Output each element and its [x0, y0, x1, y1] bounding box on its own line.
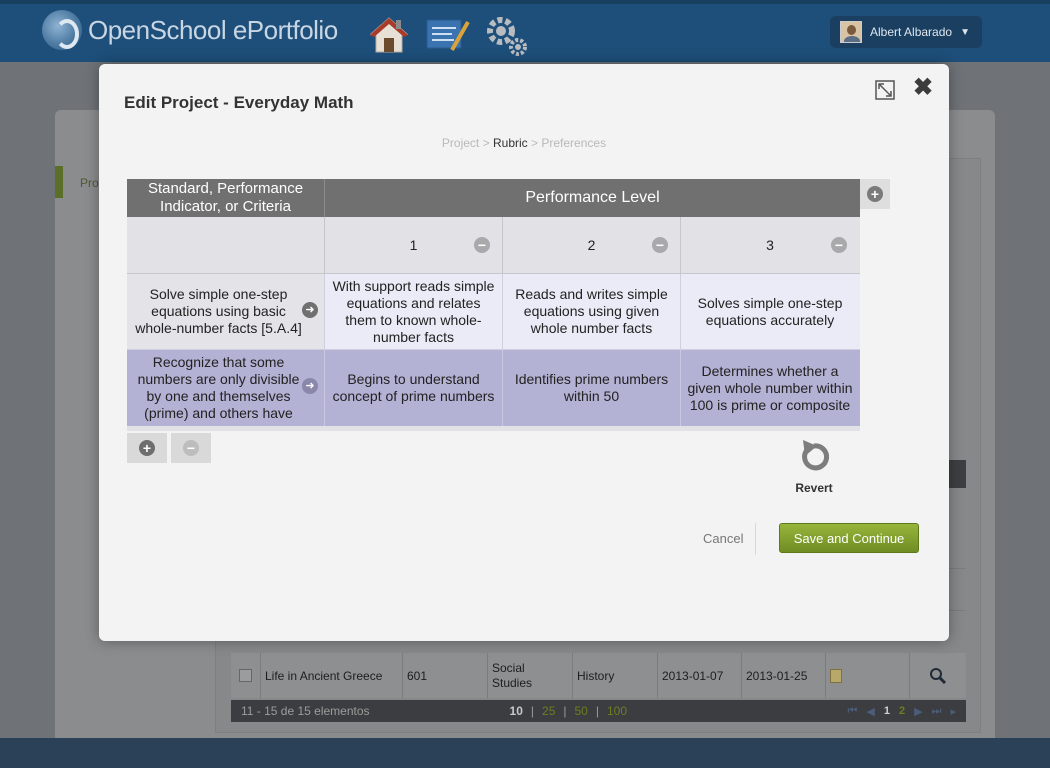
logo-icon — [42, 10, 82, 50]
next-page-icon[interactable]: ▶ — [914, 705, 922, 718]
remove-level-icon[interactable]: − — [831, 237, 847, 253]
rubric-cell[interactable]: Identifies prime numbers within 50 — [503, 350, 681, 426]
dialog-title: Edit Project - Everyday Math — [124, 93, 354, 112]
remove-level-icon[interactable]: − — [652, 237, 668, 253]
row-category: History — [573, 653, 658, 698]
chevron-down-icon: ▼ — [960, 26, 970, 38]
rubric-cell[interactable]: Determines whether a given whole number … — [681, 350, 859, 426]
level-row: 1 − 2 − 3 − — [127, 217, 860, 274]
sidebar-item-label: Pro — [80, 176, 99, 190]
level-label: 2 — [587, 237, 596, 253]
add-level-button[interactable]: + — [860, 179, 890, 209]
level-label: 3 — [766, 237, 774, 253]
notes-icon[interactable] — [826, 653, 910, 698]
prev-page-icon[interactable]: ◀ — [866, 705, 874, 718]
page-number[interactable]: 2 — [899, 705, 905, 718]
page-size-option[interactable]: 50 — [575, 704, 588, 718]
sidebar-active-marker — [55, 166, 63, 198]
level-column-2: 2 − — [503, 217, 681, 273]
page-size-option[interactable]: 25 — [542, 704, 555, 718]
row-number: 601 — [403, 653, 488, 698]
user-name: Albert Albarado — [870, 25, 953, 39]
row-title: Life in Ancient Greece — [261, 653, 403, 698]
expand-icon[interactable] — [875, 80, 895, 100]
rubric-table: Standard, Performance Indicator, or Crit… — [127, 179, 860, 431]
undo-icon — [802, 440, 830, 471]
breadcrumb-project[interactable]: Project — [442, 136, 479, 150]
revert-button[interactable]: Revert — [789, 438, 839, 495]
app-name: OpenSchool ePortfolio — [88, 14, 338, 45]
criteria-cell[interactable]: Recognize that some numbers are only div… — [127, 350, 325, 426]
minus-icon: − — [183, 440, 199, 456]
performance-level-header: Performance Level — [525, 189, 660, 206]
portfolio-icon[interactable] — [424, 14, 472, 56]
page-size-option[interactable]: 100 — [607, 704, 627, 718]
search-icon[interactable] — [910, 653, 966, 698]
pagination-bar: 11 - 15 de 15 elementos 10 | 25 | 50 | 1… — [231, 700, 966, 722]
settings-gear-icon[interactable] — [484, 14, 532, 58]
breadcrumb-preferences[interactable]: Preferences — [541, 136, 606, 150]
home-icon[interactable] — [368, 14, 410, 56]
rubric-header: Standard, Performance Indicator, or Crit… — [127, 179, 860, 217]
revert-label: Revert — [795, 481, 833, 495]
close-icon[interactable]: ✖ — [913, 76, 933, 100]
pager: ⏮ ◀ 1 2 ▶ ⏭ ▸ — [847, 705, 956, 718]
row-end-date: 2013-01-25 — [742, 653, 826, 698]
remove-level-icon[interactable]: − — [474, 237, 490, 253]
edit-project-dialog: Edit Project - Everyday Math ✖ Project >… — [99, 64, 949, 641]
page-size-option[interactable]: 10 — [510, 704, 523, 718]
level-label: 1 — [409, 237, 418, 253]
avatar — [840, 21, 862, 43]
breadcrumb: Project > Rubric > Preferences — [441, 136, 607, 150]
rubric-row[interactable]: Recognize that some numbers are only div… — [127, 350, 860, 426]
row-start-date: 2013-01-07 — [658, 653, 742, 698]
app-logo[interactable]: OpenSchool ePortfolio — [42, 10, 338, 50]
row-subject: Social Studies — [488, 653, 573, 698]
user-menu[interactable]: Albert Albarado ▼ — [830, 16, 982, 48]
rubric-cell[interactable]: Begins to understand concept of prime nu… — [325, 350, 503, 426]
page-size-options: 10 | 25 | 50 | 100 — [509, 704, 628, 718]
page-number[interactable]: 1 — [884, 705, 890, 718]
row-checkbox[interactable] — [231, 653, 261, 698]
add-row-button[interactable]: + — [127, 433, 167, 463]
last-page-icon[interactable]: ⏭ — [932, 705, 942, 718]
top-navigation-bar: OpenSchool ePortfolio Albert Albarado ▼ — [0, 0, 1050, 62]
level-column-1: 1 − — [325, 217, 503, 273]
rubric-cell[interactable]: Reads and writes simple equations using … — [503, 274, 681, 349]
plus-icon: + — [139, 440, 155, 456]
table-row: Life in Ancient Greece 601 Social Studie… — [231, 653, 966, 698]
rubric-row[interactable]: Solve simple one-step equations using ba… — [127, 274, 860, 350]
arrow-right-icon[interactable]: ➜ — [302, 302, 318, 318]
save-and-continue-button[interactable]: Save and Continue — [779, 523, 919, 553]
breadcrumb-rubric: Rubric — [492, 136, 528, 150]
criteria-cell[interactable]: Solve simple one-step equations using ba… — [127, 274, 325, 349]
plus-icon: + — [867, 186, 883, 202]
arrow-right-icon[interactable]: ➜ — [302, 378, 318, 394]
cancel-button[interactable]: Cancel — [703, 531, 743, 546]
level-column-3: 3 − — [681, 217, 859, 273]
remove-row-button[interactable]: − — [171, 433, 211, 463]
pagination-range: 11 - 15 de 15 elementos — [241, 704, 370, 718]
first-page-icon[interactable]: ⏮ — [847, 705, 857, 718]
criteria-header: Standard, Performance Indicator, or Crit… — [127, 179, 325, 217]
row-controls: + − — [127, 433, 211, 463]
refresh-icon[interactable]: ▸ — [950, 705, 956, 718]
bottom-bar — [0, 738, 1050, 768]
rubric-cell[interactable]: Solves simple one-step equations accurat… — [681, 274, 859, 349]
rubric-cell[interactable]: With support reads simple equations and … — [325, 274, 503, 349]
